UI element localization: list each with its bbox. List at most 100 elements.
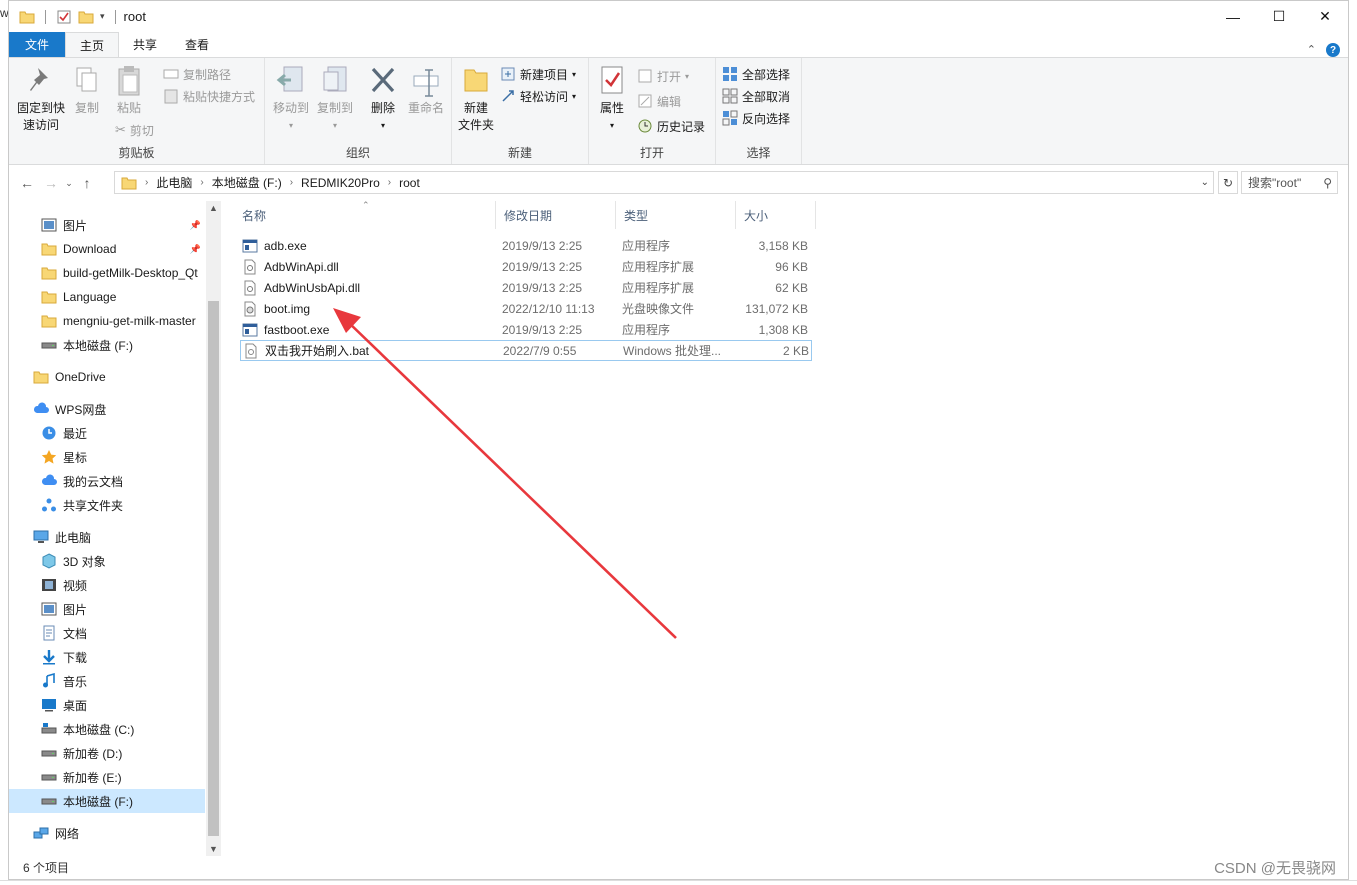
nav-item-label: build-getMilk-Desktop_Qt [63, 266, 198, 280]
file-row[interactable]: AdbWinUsbApi.dll 2019/9/13 2:25 应用程序扩展 62 K… [240, 277, 812, 298]
copy-to-button[interactable]: 复制到 ▾ [313, 64, 357, 134]
forward-arrow-icon[interactable]: → [39, 175, 63, 191]
breadcrumb-chevron-icon[interactable]: › [145, 177, 148, 188]
nav-item-label: 此电脑 [55, 530, 92, 545]
nav-item[interactable]: 本地磁盘 (C:) [9, 717, 205, 741]
column-header-type[interactable]: 类型 [616, 201, 736, 229]
file-row[interactable]: AdbWinApi.dll 2019/9/13 2:25 应用程序扩展 96 KB [240, 256, 812, 277]
nav-item[interactable]: 本地磁盘 (F:) [9, 333, 205, 357]
breadcrumb-item[interactable]: root [399, 176, 420, 190]
close-button[interactable]: ✕ [1302, 1, 1348, 32]
properties-check-icon[interactable] [56, 10, 72, 24]
search-input[interactable]: 搜索"root" ⚲ [1241, 171, 1338, 194]
move-to-button[interactable]: 移动到 ▾ [269, 64, 313, 134]
nav-item[interactable]: WPS网盘 [9, 397, 205, 421]
copy-button[interactable]: 复制 [69, 64, 105, 117]
nav-item[interactable]: 我的云文档 [9, 469, 205, 493]
file-size: 131,072 KB [745, 301, 808, 316]
breadcrumb-item[interactable]: REDMIK20Pro [301, 176, 380, 190]
chevron-down-icon: ▾ [685, 71, 690, 81]
refresh-icon[interactable]: ↻ [1218, 171, 1238, 194]
file-row[interactable]: 双击我开始刷入.bat 2022/7/9 0:55 Windows 批处理... 2 … [240, 340, 812, 361]
breadcrumb-item[interactable]: 此电脑 [156, 174, 192, 191]
new-folder-button[interactable]: 新建 文件夹 [456, 64, 496, 134]
breadcrumb-chevron-icon[interactable]: › [388, 177, 391, 188]
column-header-date[interactable]: 修改日期 [496, 201, 616, 229]
nav-item[interactable]: 此电脑 [9, 525, 205, 549]
new-item-button[interactable]: 新建项目 ▾ [500, 64, 576, 84]
column-header-size[interactable]: 大小 [736, 201, 816, 229]
nav-item[interactable]: build-getMilk-Desktop_Qt [9, 261, 205, 285]
nav-item[interactable]: 图片 [9, 597, 205, 621]
help-icon[interactable]: ? [1326, 43, 1340, 57]
edit-button[interactable]: 编辑 [637, 91, 681, 111]
nav-item[interactable]: Language [9, 285, 205, 309]
minimize-button[interactable]: — [1210, 1, 1256, 32]
nav-item[interactable]: 网络 [9, 821, 205, 845]
nav-item[interactable]: OneDrive [9, 365, 205, 389]
rename-button[interactable]: 重命名 [405, 64, 447, 117]
pin-quick-access-button[interactable]: 固定到快 速访问 [15, 64, 67, 134]
nav-item[interactable]: 图片 📌 [9, 213, 205, 237]
scroll-down-arrow-icon[interactable]: ▼ [206, 844, 221, 854]
new-folder-icon[interactable] [78, 10, 94, 24]
select-none-button[interactable]: 全部取消 [722, 86, 790, 106]
file-row[interactable]: fastboot.exe 2019/9/13 2:25 应用程序 1,308 KB [240, 319, 812, 340]
nav-item-label: 共享文件夹 [63, 498, 124, 513]
scroll-up-arrow-icon[interactable]: ▲ [206, 203, 221, 213]
delete-button[interactable]: 删除 ▾ [365, 64, 401, 134]
tab-share[interactable]: 共享 [119, 32, 171, 57]
back-arrow-icon[interactable]: ← [15, 175, 39, 191]
file-row[interactable]: boot.img 2022/12/10 11:13 光盘映像文件 131,072 KB [240, 298, 812, 319]
nav-item[interactable]: Download 📌 [9, 237, 205, 261]
properties-button[interactable]: 属性 ▾ [593, 64, 631, 134]
collapse-ribbon-icon[interactable]: ⌃ [1307, 43, 1316, 57]
file-size: 1,308 KB [758, 322, 808, 337]
address-dropdown-icon[interactable]: ⌄ [1201, 177, 1209, 188]
nav-item[interactable]: 星标 [9, 445, 205, 469]
tab-file[interactable]: 文件 [9, 32, 65, 57]
open-button[interactable]: 打开 ▾ [637, 66, 689, 86]
nav-item[interactable]: 3D 对象 [9, 549, 205, 573]
address-box[interactable]: › 此电脑 › 本地磁盘 (F:) › REDMIK20Pro › root ⌄ [114, 171, 1214, 194]
tab-home[interactable]: 主页 [65, 32, 120, 57]
breadcrumb-chevron-icon[interactable]: › [200, 177, 203, 188]
chevron-down-icon[interactable]: ▾ [100, 11, 105, 22]
nav-item[interactable]: 最近 [9, 421, 205, 445]
nav-item[interactable]: mengniu-get-milk-master [9, 309, 205, 333]
invert-selection-button[interactable]: 反向选择 [722, 108, 790, 128]
copy-path-button[interactable]: 复制路径 [163, 64, 231, 84]
paste-button[interactable]: 粘贴 [109, 64, 149, 117]
nav-item[interactable]: 桌面 [9, 693, 205, 717]
nav-item[interactable]: 新加卷 (D:) [9, 741, 205, 765]
nav-item[interactable]: 本地磁盘 (F:) [9, 789, 205, 813]
select-all-button[interactable]: 全部选择 [722, 64, 790, 84]
nav-item[interactable]: 共享文件夹 [9, 493, 205, 517]
breadcrumb-item[interactable]: 本地磁盘 (F:) [212, 174, 282, 191]
nav-item[interactable]: 视频 [9, 573, 205, 597]
nav-item[interactable]: 新加卷 (E:) [9, 765, 205, 789]
tab-view[interactable]: 查看 [171, 32, 223, 57]
folder-icon [33, 371, 49, 384]
maximize-button[interactable]: ☐ [1256, 1, 1302, 32]
organize-group: 移动到 ▾ 复制到 ▾ 删除 ▾ 重命名 组织 [265, 58, 452, 164]
cut-button[interactable]: ✂ 剪切 [115, 120, 154, 140]
recent-locations-chevron-icon[interactable]: ⌄ [63, 178, 75, 189]
easy-access-button[interactable]: 轻松访问 ▾ [500, 86, 576, 106]
nav-item[interactable]: 文档 [9, 621, 205, 645]
breadcrumb-chevron-icon[interactable]: › [290, 177, 293, 188]
file-size: 62 KB [775, 280, 808, 295]
delete-label: 删除 [370, 101, 395, 115]
scrollbar-thumb[interactable] [208, 301, 219, 836]
up-arrow-icon[interactable]: ↑ [75, 175, 99, 191]
nav-item[interactable]: 音乐 [9, 669, 205, 693]
new-folder-icon [464, 69, 488, 92]
file-row[interactable]: adb.exe 2019/9/13 2:25 应用程序 3,158 KB [240, 235, 812, 256]
navigation-scrollbar[interactable]: ▲ ▼ [206, 201, 221, 856]
history-button[interactable]: 历史记录 [637, 116, 705, 136]
folder-icon[interactable] [19, 10, 35, 24]
nav-item[interactable]: 下载 [9, 645, 205, 669]
status-item-count: 6 个项目 [23, 861, 70, 875]
column-header-name[interactable]: 名称 [234, 201, 496, 229]
paste-shortcut-button[interactable]: 粘贴快捷方式 [163, 86, 255, 106]
